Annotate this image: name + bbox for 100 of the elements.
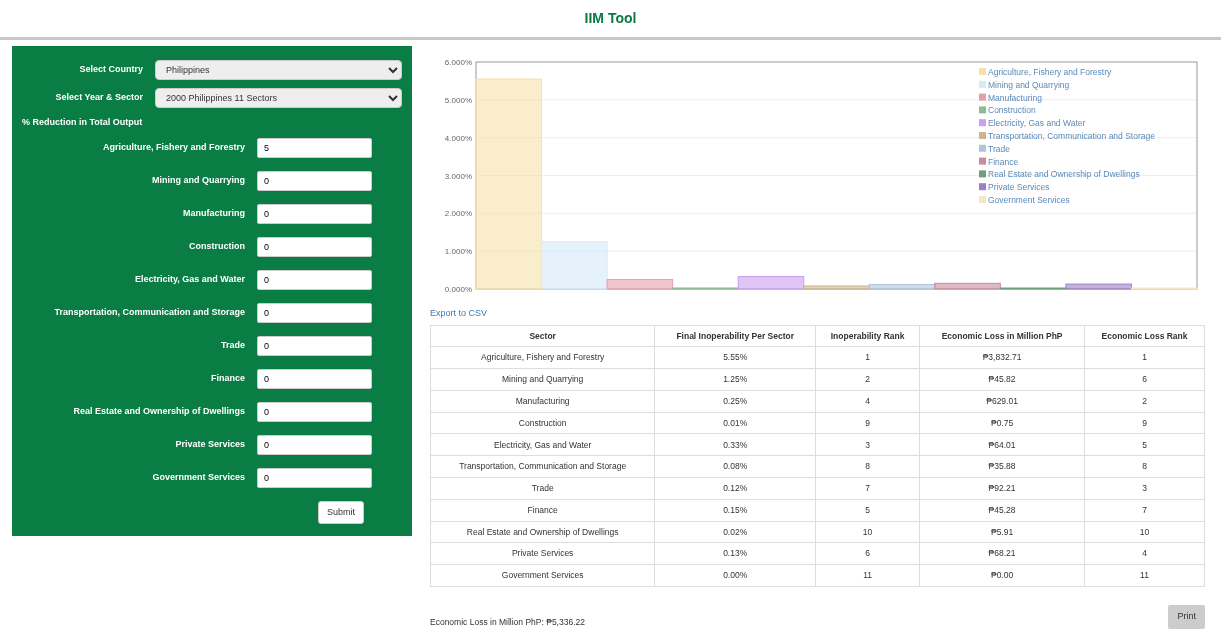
field-label: Transportation, Communication and Storage	[53, 305, 246, 319]
legend-label: Finance	[988, 156, 1019, 167]
field-label: Private Services	[174, 437, 246, 451]
table-cell: ₱45.28	[919, 499, 1085, 522]
input-field[interactable]: 0	[257, 236, 372, 257]
table-cell: 0.02%	[654, 521, 816, 543]
table-cell: ₱68.21	[919, 542, 1085, 565]
table-cell: Manufacturing	[430, 390, 655, 413]
field-label: Agriculture, Fishery and Forestry	[101, 140, 246, 154]
input-field[interactable]: 0	[257, 269, 372, 290]
legend-item: Trade	[979, 143, 1010, 154]
column-header: Economic Loss Rank	[1084, 325, 1205, 347]
dropdown[interactable]: Philippines	[155, 60, 402, 80]
total-loss-text: Economic Loss in Million PhP: ₱5,336.22	[430, 615, 585, 629]
table-cell: 0.15%	[654, 499, 816, 522]
table-cell: ₱35.88	[919, 455, 1085, 478]
legend-label: Trade	[988, 143, 1011, 154]
input-field[interactable]: 0	[257, 302, 372, 323]
table-cell: ₱64.01	[919, 434, 1085, 456]
table-cell: 11	[1084, 564, 1205, 587]
table-cell: 1	[815, 346, 920, 369]
legend-item: Agriculture, Fishery and Forestry	[979, 67, 1112, 77]
legend-label: Construction	[988, 105, 1036, 116]
export-link[interactable]: Export to CSV	[430, 307, 488, 321]
table-cell: 4	[815, 390, 920, 413]
print-button[interactable]: Print	[1168, 605, 1205, 629]
table-cell: 11	[815, 564, 920, 587]
table-cell: ₱629.01	[919, 390, 1085, 413]
table-cell: 0.33%	[654, 434, 816, 456]
page-title: IIM Tool	[584, 9, 637, 28]
table-cell: 0.25%	[654, 390, 816, 413]
input-field[interactable]: 0	[257, 170, 372, 191]
table-cell: ₱45.82	[919, 368, 1085, 391]
field-label: Trade	[220, 338, 246, 352]
table-cell: 0.01%	[654, 412, 816, 434]
input-field[interactable]: 0	[257, 401, 372, 422]
table-cell: ₱5.91	[919, 521, 1085, 543]
table-cell: 4	[1084, 542, 1205, 565]
field-label: Select Year & Sector	[54, 91, 144, 105]
legend-item: Government Services	[979, 195, 1070, 205]
field-label: Mining and Quarrying	[151, 173, 246, 187]
table-cell: 0.12%	[654, 477, 816, 500]
table-cell: Private Services	[430, 542, 655, 565]
field-label: Select Country	[78, 63, 144, 77]
input-field[interactable]: 0	[257, 434, 372, 455]
field-label: Real Estate and Ownership of Dwellings	[72, 404, 246, 418]
table-cell: 7	[815, 477, 920, 500]
table-cell: 3	[1084, 477, 1205, 500]
table-cell: ₱0.75	[919, 412, 1085, 434]
axis-tick-label: 3.000%	[444, 171, 472, 181]
field-label: Government Services	[151, 470, 246, 484]
legend-label: Manufacturing	[988, 92, 1043, 103]
table-cell: Mining and Quarrying	[430, 368, 655, 391]
legend-item: Manufacturing	[979, 92, 1042, 103]
table-cell: 2	[815, 368, 920, 391]
table-cell: 8	[815, 455, 920, 478]
input-field[interactable]: 0	[257, 467, 372, 488]
table-cell: 10	[815, 521, 920, 543]
table-cell: 3	[815, 434, 920, 456]
dropdown[interactable]: 2000 Philippines 11 Sectors	[155, 88, 402, 108]
table-cell: Real Estate and Ownership of Dwellings	[430, 521, 655, 543]
table-cell: Trade	[430, 477, 655, 500]
table-cell: 5	[1084, 434, 1205, 456]
legend-item: Mining and Quarrying	[979, 79, 1070, 90]
input-field[interactable]: 0	[257, 203, 372, 224]
table-cell: 5	[815, 499, 920, 522]
table-cell: 0.00%	[654, 564, 816, 587]
legend-item: Private Services	[979, 182, 1050, 193]
table-cell: Finance	[430, 499, 655, 522]
axis-tick-label: 5.000%	[444, 95, 472, 105]
field-label: Electricity, Gas and Water	[133, 272, 246, 286]
field-label: Manufacturing	[182, 206, 246, 220]
column-header: Economic Loss in Million PhP	[919, 325, 1085, 347]
table-cell: 5.55%	[654, 346, 816, 369]
table-cell: 0.13%	[654, 542, 816, 565]
table-cell: Government Services	[430, 564, 655, 587]
table-cell: 6	[1084, 368, 1205, 391]
table-cell: ₱92.21	[919, 477, 1085, 500]
table-cell: 9	[815, 412, 920, 434]
legend-item: Electricity, Gas and Water	[979, 118, 1086, 129]
column-header: Sector	[430, 325, 655, 347]
table-cell: Transportation, Communication and Storage	[430, 455, 655, 478]
table-cell: 10	[1084, 521, 1205, 543]
input-field[interactable]: 0	[257, 335, 372, 356]
submit-button[interactable]: Submit	[318, 500, 364, 524]
axis-tick-label: 6.000%	[444, 58, 472, 67]
column-header: Final Inoperability Per Sector	[654, 325, 816, 347]
table-cell: 2	[1084, 390, 1205, 413]
input-field[interactable]: 5	[257, 137, 372, 158]
table-cell: Agriculture, Fishery and Forestry	[430, 346, 655, 369]
table-cell: 9	[1084, 412, 1205, 434]
legend-item: Finance	[979, 156, 1019, 167]
table-cell: Construction	[430, 412, 655, 434]
table-cell: Electricity, Gas and Water	[430, 434, 655, 456]
table-cell: 1.25%	[654, 368, 816, 391]
input-field[interactable]: 0	[257, 368, 372, 389]
column-header: Inoperability Rank	[815, 325, 920, 347]
axis-tick-label: 2.000%	[444, 209, 472, 219]
table-cell: 7	[1084, 499, 1205, 522]
legend-item: Construction	[979, 105, 1036, 116]
